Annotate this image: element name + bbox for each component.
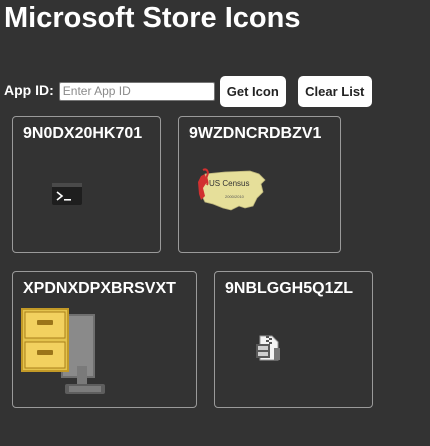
terminal-icon xyxy=(52,183,82,205)
archive-file-icon xyxy=(256,334,284,362)
card-app-id: XPDNXDPXBRSVXT xyxy=(23,280,176,297)
icon-card: XPDNXDPXBRSVXT xyxy=(12,271,197,408)
us-census-map-icon: US Census 2000/2010 xyxy=(195,168,267,214)
app-id-label: App ID: xyxy=(4,82,54,98)
icon-card: 9WZDNCRDBZV1 US Census 2000/2010 xyxy=(178,116,341,253)
icon-card: 9N0DX20HK701 xyxy=(12,116,161,253)
card-app-id: 9NBLGGH5Q1ZL xyxy=(225,280,354,297)
page-title: Microsoft Store Icons xyxy=(4,2,301,34)
icon-card: 9NBLGGH5Q1ZL xyxy=(214,271,373,408)
app-id-input[interactable] xyxy=(58,81,215,101)
census-icon-subtext: 2000/2010 xyxy=(225,194,245,199)
card-app-id: 9WZDNCRDBZV1 xyxy=(189,125,322,142)
controls-bar: App ID: Get Icon Clear List xyxy=(4,75,372,107)
clear-list-button[interactable]: Clear List xyxy=(297,75,372,107)
winzip-cabinet-icon xyxy=(21,306,113,398)
get-icon-button[interactable]: Get Icon xyxy=(219,75,286,107)
card-app-id: 9N0DX20HK701 xyxy=(23,125,143,142)
census-icon-text: US Census xyxy=(209,179,249,188)
